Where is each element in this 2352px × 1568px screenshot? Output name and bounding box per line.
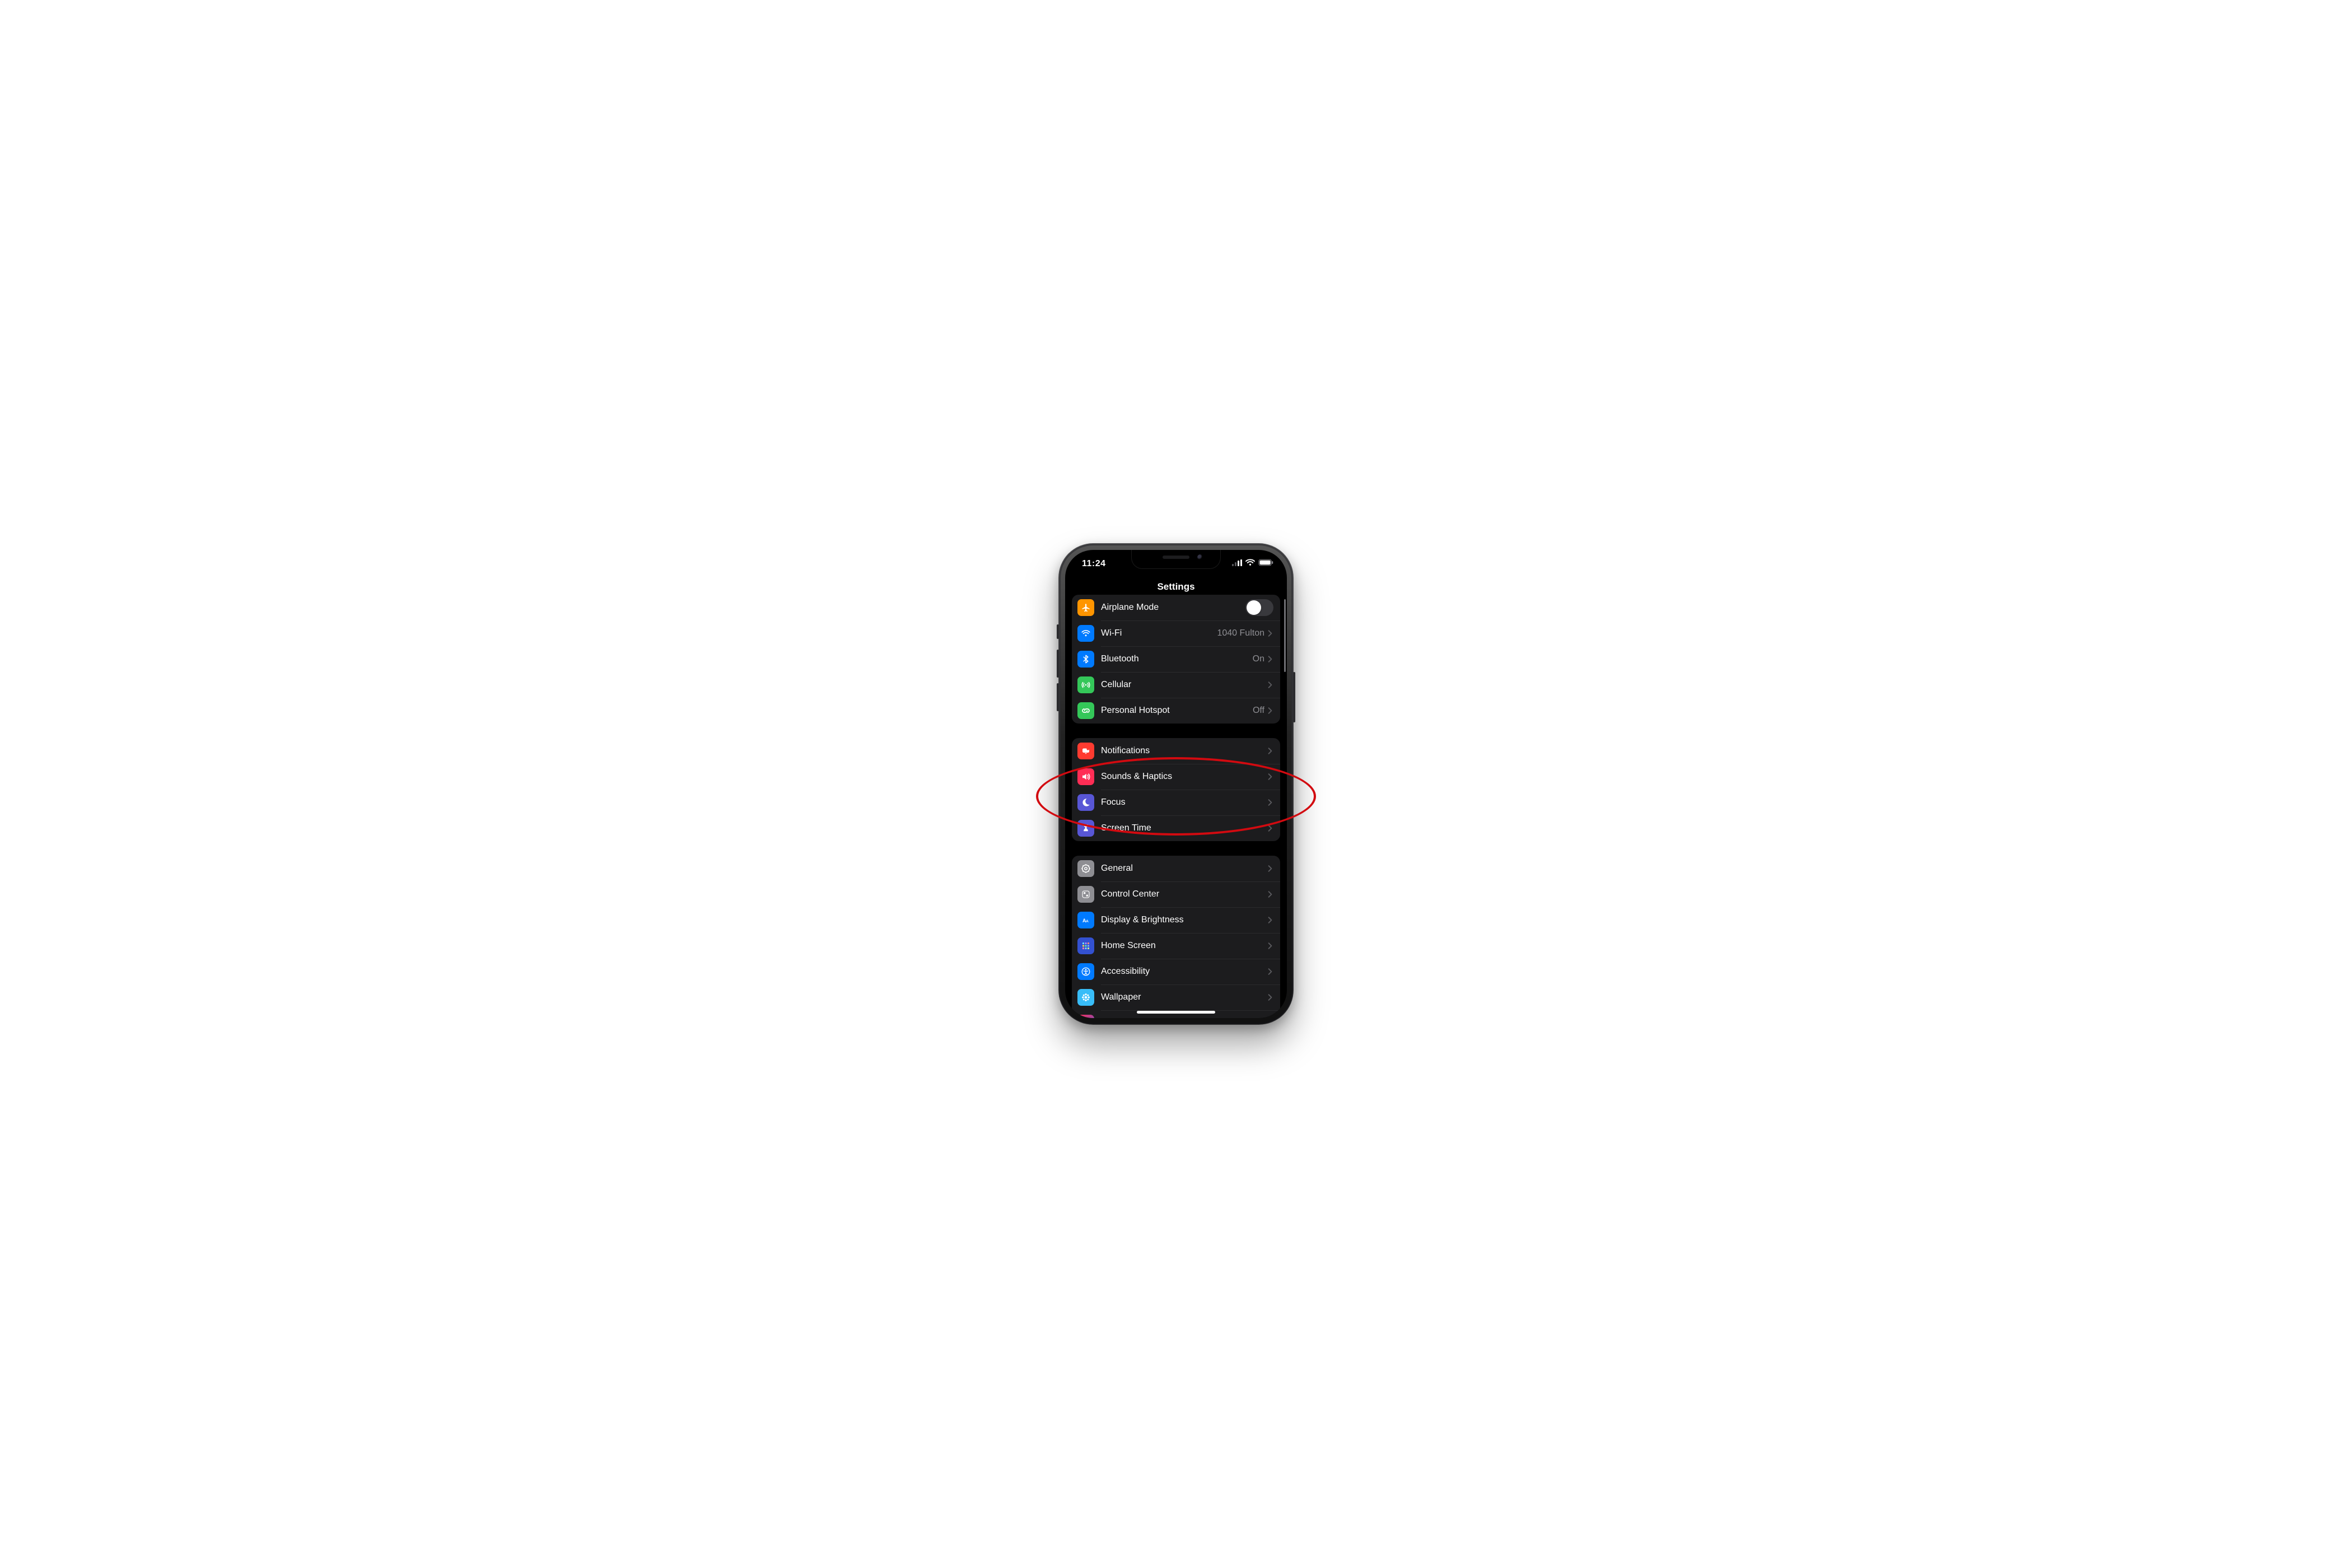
scroll-indicator[interactable]: [1284, 599, 1286, 672]
hourglass-icon: [1077, 820, 1094, 837]
volume-up-button: [1057, 650, 1059, 678]
chevron-right-icon: [1268, 799, 1273, 806]
status-icons: [1232, 559, 1273, 566]
chevron-right-icon: [1268, 993, 1273, 1001]
airplane-toggle[interactable]: [1245, 599, 1273, 616]
row-label: Personal Hotspot: [1101, 706, 1253, 716]
row-label: Display & Brightness: [1101, 915, 1268, 925]
row-notifications[interactable]: Notifications: [1072, 738, 1280, 764]
cellular-signal-icon: [1232, 559, 1242, 566]
row-airplane-mode[interactable]: Airplane Mode: [1072, 595, 1280, 620]
row-label: Accessibility: [1101, 967, 1268, 977]
chevron-right-icon: [1268, 942, 1273, 950]
phone-screen: 11:24: [1065, 550, 1287, 1018]
status-time: 11:24: [1082, 559, 1106, 569]
row-label: Sounds & Haptics: [1101, 772, 1268, 782]
row-label: Control Center: [1101, 889, 1268, 899]
sliders-icon: [1077, 886, 1094, 903]
row-focus[interactable]: Focus: [1072, 790, 1280, 815]
row-label: Wi-Fi: [1101, 628, 1217, 638]
volume-down-button: [1057, 683, 1059, 711]
settings-group-notifications: Notifications Sounds & Haptics: [1072, 738, 1280, 841]
svg-text:A: A: [1086, 920, 1089, 923]
bell-icon: [1077, 743, 1094, 759]
row-bluetooth[interactable]: Bluetooth On: [1072, 646, 1280, 672]
wallpaper-icon: [1077, 989, 1094, 1006]
chevron-right-icon: [1268, 773, 1273, 781]
side-button: [1293, 672, 1295, 722]
chevron-right-icon: [1268, 968, 1273, 976]
home-indicator[interactable]: [1137, 1011, 1215, 1014]
link-icon: [1077, 702, 1094, 719]
row-label: Screen Time: [1101, 823, 1268, 833]
row-detail: On: [1253, 654, 1264, 664]
row-screen-time[interactable]: Screen Time: [1072, 815, 1280, 841]
row-home-screen[interactable]: Home Screen: [1072, 933, 1280, 959]
wifi-status-icon: [1245, 559, 1255, 566]
bluetooth-icon: [1077, 651, 1094, 668]
row-detail: 1040 Fulton: [1217, 628, 1264, 638]
front-camera: [1197, 554, 1203, 560]
phone-frame: 11:24: [1058, 543, 1294, 1025]
row-accessibility[interactable]: Accessibility: [1072, 959, 1280, 984]
chevron-right-icon: [1268, 824, 1273, 832]
chevron-right-icon: [1268, 747, 1273, 755]
settings-group-connectivity: Airplane Mode Wi-Fi 1040 Fulton: [1072, 595, 1280, 724]
row-general[interactable]: General: [1072, 856, 1280, 881]
battery-icon: [1258, 559, 1273, 566]
row-detail: Off: [1253, 706, 1264, 716]
row-label: Wallpaper: [1101, 992, 1268, 1002]
row-label: Home Screen: [1101, 941, 1268, 951]
settings-group-general: General Control Center AA: [1072, 856, 1280, 1018]
chevron-right-icon: [1268, 916, 1273, 924]
chevron-right-icon: [1268, 655, 1273, 663]
wifi-icon: [1077, 625, 1094, 642]
row-cellular[interactable]: Cellular: [1072, 672, 1280, 698]
row-label: General: [1101, 864, 1268, 874]
speaker-icon: [1077, 768, 1094, 785]
chevron-right-icon: [1268, 629, 1273, 637]
chevron-right-icon: [1268, 681, 1273, 689]
row-wifi[interactable]: Wi-Fi 1040 Fulton: [1072, 620, 1280, 646]
gear-icon: [1077, 860, 1094, 877]
row-personal-hotspot[interactable]: Personal Hotspot Off: [1072, 698, 1280, 724]
app-grid-icon: [1077, 937, 1094, 954]
chevron-right-icon: [1268, 707, 1273, 715]
text-size-icon: AA: [1077, 912, 1094, 928]
row-sounds-haptics[interactable]: Sounds & Haptics: [1072, 764, 1280, 790]
chevron-right-icon: [1268, 890, 1273, 898]
siri-icon: [1077, 1015, 1094, 1018]
chevron-right-icon: [1268, 865, 1273, 872]
settings-scrollview[interactable]: Airplane Mode Wi-Fi 1040 Fulton: [1065, 595, 1287, 1018]
earpiece: [1163, 556, 1189, 559]
row-label: Cellular: [1101, 680, 1268, 690]
stage: 11:24: [784, 515, 1568, 1053]
row-label: Airplane Mode: [1101, 603, 1245, 613]
ringer-switch: [1057, 624, 1059, 639]
notch: [1131, 550, 1221, 569]
antenna-icon: [1077, 676, 1094, 693]
row-label: Notifications: [1101, 746, 1268, 756]
row-label: Focus: [1101, 797, 1268, 808]
accessibility-icon: [1077, 963, 1094, 980]
airplane-icon: [1077, 599, 1094, 616]
row-label: Bluetooth: [1101, 654, 1253, 664]
row-wallpaper[interactable]: Wallpaper: [1072, 984, 1280, 1010]
row-control-center[interactable]: Control Center: [1072, 881, 1280, 907]
row-display-brightness[interactable]: AA Display & Brightness: [1072, 907, 1280, 933]
moon-icon: [1077, 794, 1094, 811]
